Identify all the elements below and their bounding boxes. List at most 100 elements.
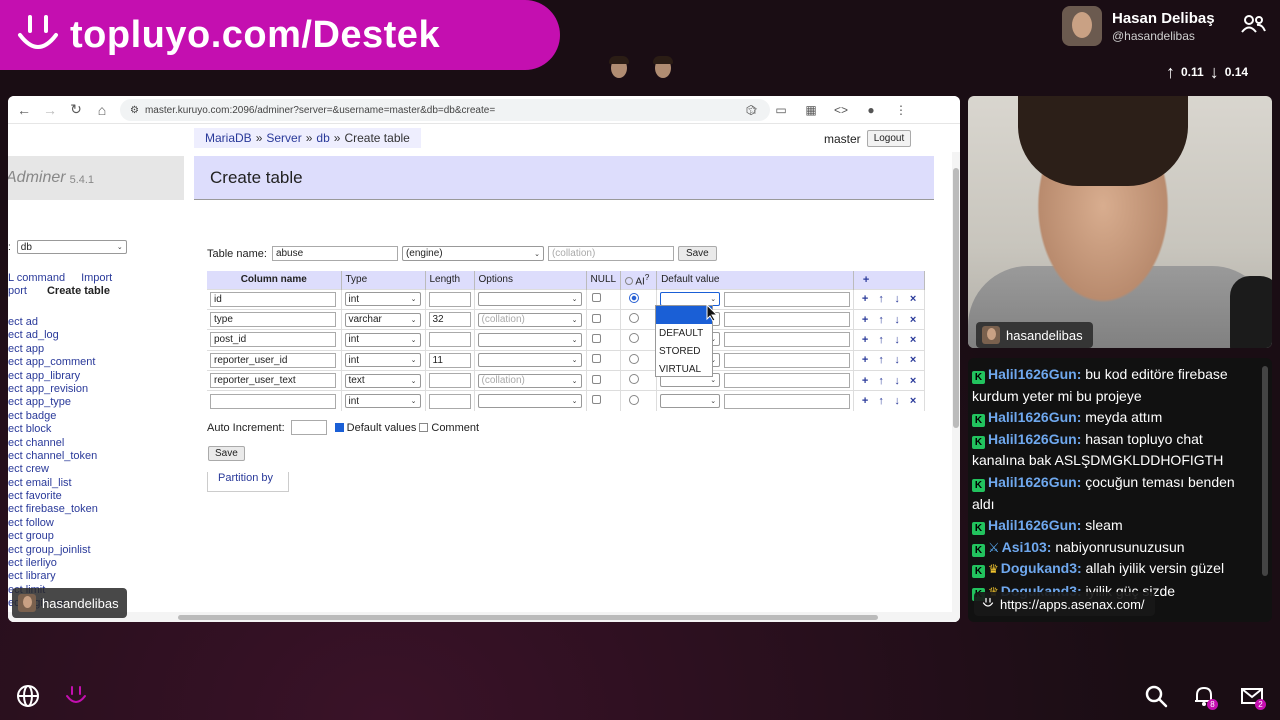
ai-radio[interactable]	[629, 313, 640, 324]
ai-radio[interactable]	[629, 292, 640, 303]
column-length-input[interactable]	[428, 291, 471, 307]
sidebar-table-link[interactable]: ect group_joinlist	[8, 544, 112, 557]
dropdown-option[interactable]	[656, 306, 712, 324]
link-preview[interactable]: https://apps.asenax.com/	[974, 592, 1155, 616]
people-icon[interactable]	[1240, 14, 1266, 34]
column-options-select[interactable]: (collation) ⌄	[477, 312, 582, 327]
sidebar-table-link[interactable]: ect firebase_token	[8, 503, 112, 516]
forward-icon[interactable]: →	[37, 97, 63, 123]
ai-radio[interactable]	[629, 333, 640, 344]
column-length-input[interactable]	[428, 393, 471, 409]
devtools-icon[interactable]: <>	[826, 100, 856, 120]
collation-input[interactable]: (collation)	[547, 246, 674, 261]
column-name-input[interactable]: type	[210, 312, 336, 328]
sidebar-table-link[interactable]: ect app_revision	[8, 383, 112, 396]
sql-command-link[interactable]: L command	[8, 272, 65, 285]
column-length-input[interactable]	[428, 332, 471, 348]
dropdown-option-default[interactable]: DEFAULT	[656, 324, 712, 342]
sidebar-table-link[interactable]: ect app_comment	[8, 356, 112, 369]
sidebar-table-link[interactable]: ect favorite	[8, 490, 112, 503]
column-name-input[interactable]: id	[210, 291, 336, 307]
sidebar-table-link[interactable]: ect follow	[8, 517, 112, 530]
sidebar-table-link[interactable]: ect ilerliyo	[8, 557, 112, 570]
sidebar-table-link[interactable]: ect block	[8, 423, 112, 436]
column-type-select[interactable]: int ⌄	[344, 394, 421, 409]
column-options-select[interactable]: (collation) ⌄	[477, 373, 582, 388]
db-select[interactable]: db ⌄	[16, 240, 127, 254]
move-up-icon[interactable]: ↑	[873, 334, 889, 346]
dropdown-option-stored[interactable]: STORED	[656, 342, 712, 360]
breadcrumb-db[interactable]: db	[316, 131, 329, 145]
comment-checkbox[interactable]	[419, 423, 429, 432]
add-row-icon[interactable]: +	[857, 395, 873, 407]
chat-username[interactable]: Halil1626Gun:	[988, 431, 1081, 447]
remove-row-icon[interactable]: ×	[905, 375, 921, 387]
sidebar-table-link[interactable]: ect email_list	[8, 477, 112, 490]
chat-scrollbar[interactable]	[1262, 366, 1268, 576]
ai-radio-none[interactable]	[625, 277, 634, 286]
home-icon[interactable]: ⌂	[89, 97, 115, 123]
null-checkbox[interactable]	[591, 313, 601, 323]
chat-username[interactable]: Halil1626Gun:	[988, 409, 1081, 425]
move-down-icon[interactable]: ↓	[889, 354, 905, 366]
add-row-icon[interactable]: +	[857, 354, 873, 366]
move-up-icon[interactable]: ↑	[873, 314, 889, 326]
null-checkbox[interactable]	[591, 395, 601, 405]
move-down-icon[interactable]: ↓	[889, 395, 905, 407]
column-length-input[interactable]	[428, 373, 471, 389]
null-checkbox[interactable]	[591, 354, 601, 364]
move-down-icon[interactable]: ↓	[889, 334, 905, 346]
mail-icon[interactable]: 2	[1240, 684, 1266, 710]
breadcrumb-mariadb[interactable]: MariaDB	[205, 131, 252, 145]
column-type-select[interactable]: int ⌄	[344, 332, 421, 347]
chat-username[interactable]: Halil1626Gun:	[988, 366, 1081, 382]
sidebar-table-link[interactable]: ect library	[8, 570, 112, 583]
chat-username[interactable]: Halil1626Gun:	[988, 517, 1081, 533]
dropdown-option-virtual[interactable]: VIRTUAL	[656, 360, 712, 378]
table-name-input[interactable]: abuse	[271, 246, 398, 261]
default-value-input[interactable]	[724, 291, 851, 307]
default-value-input[interactable]	[724, 312, 851, 328]
column-name-input[interactable]	[210, 393, 336, 409]
breadcrumb-server[interactable]: Server	[266, 131, 301, 145]
save-button[interactable]: Save	[208, 446, 245, 461]
adminer-logo[interactable]: Adminer	[8, 169, 66, 187]
sidebar-table-link[interactable]: ect app	[8, 343, 112, 356]
search-icon[interactable]	[1144, 684, 1170, 710]
sidebar-table-link[interactable]: ect channel	[8, 437, 112, 450]
reader-icon[interactable]: ▭	[766, 100, 796, 120]
ai-radio[interactable]	[629, 374, 640, 385]
ai-radio[interactable]	[629, 394, 640, 405]
column-length-input[interactable]: 11	[428, 352, 471, 368]
sidebar-table-link[interactable]: ect ad_log	[8, 329, 112, 342]
column-type-select[interactable]: varchar ⌄	[344, 312, 421, 327]
chat-username[interactable]: Halil1626Gun:	[988, 474, 1081, 490]
column-name-input[interactable]: reporter_user_id	[210, 352, 336, 368]
viewer-avatar[interactable]	[606, 56, 632, 90]
remove-row-icon[interactable]: ×	[905, 293, 921, 305]
grid-icon[interactable]: ▦	[796, 100, 826, 120]
column-options-select[interactable]: ⌄	[477, 292, 582, 307]
move-down-icon[interactable]: ↓	[889, 375, 905, 387]
auto-increment-input[interactable]	[290, 420, 327, 435]
reload-icon[interactable]: ↻	[63, 97, 89, 123]
add-row-icon[interactable]: +	[857, 293, 873, 305]
site-info-icon[interactable]: ⚙	[130, 105, 139, 116]
column-type-select[interactable]: text ⌄	[344, 373, 421, 388]
engine-select[interactable]: (engine) ⌄	[401, 246, 544, 261]
address-bar[interactable]: ⚙ master.kuruyo.com:2096/adminer?server=…	[120, 99, 770, 121]
move-up-icon[interactable]: ↑	[873, 354, 889, 366]
horizontal-scrollbar[interactable]	[8, 612, 952, 622]
sidebar-table-link[interactable]: ect app_type	[8, 396, 112, 409]
promo-banner[interactable]: topluyo.com/Destek	[0, 0, 560, 70]
add-row-icon[interactable]: +	[857, 375, 873, 387]
default-value-input[interactable]	[724, 352, 851, 368]
column-name-input[interactable]: reporter_user_text	[210, 373, 336, 389]
partition-by-link[interactable]: Partition by	[207, 472, 289, 492]
menu-icon[interactable]: ⋮	[886, 100, 916, 120]
move-down-icon[interactable]: ↓	[889, 293, 905, 305]
null-checkbox[interactable]	[591, 293, 601, 303]
column-type-select[interactable]: int ⌄	[344, 292, 421, 307]
globe-icon[interactable]	[16, 684, 42, 710]
sidebar-table-link[interactable]: ect group	[8, 530, 112, 543]
